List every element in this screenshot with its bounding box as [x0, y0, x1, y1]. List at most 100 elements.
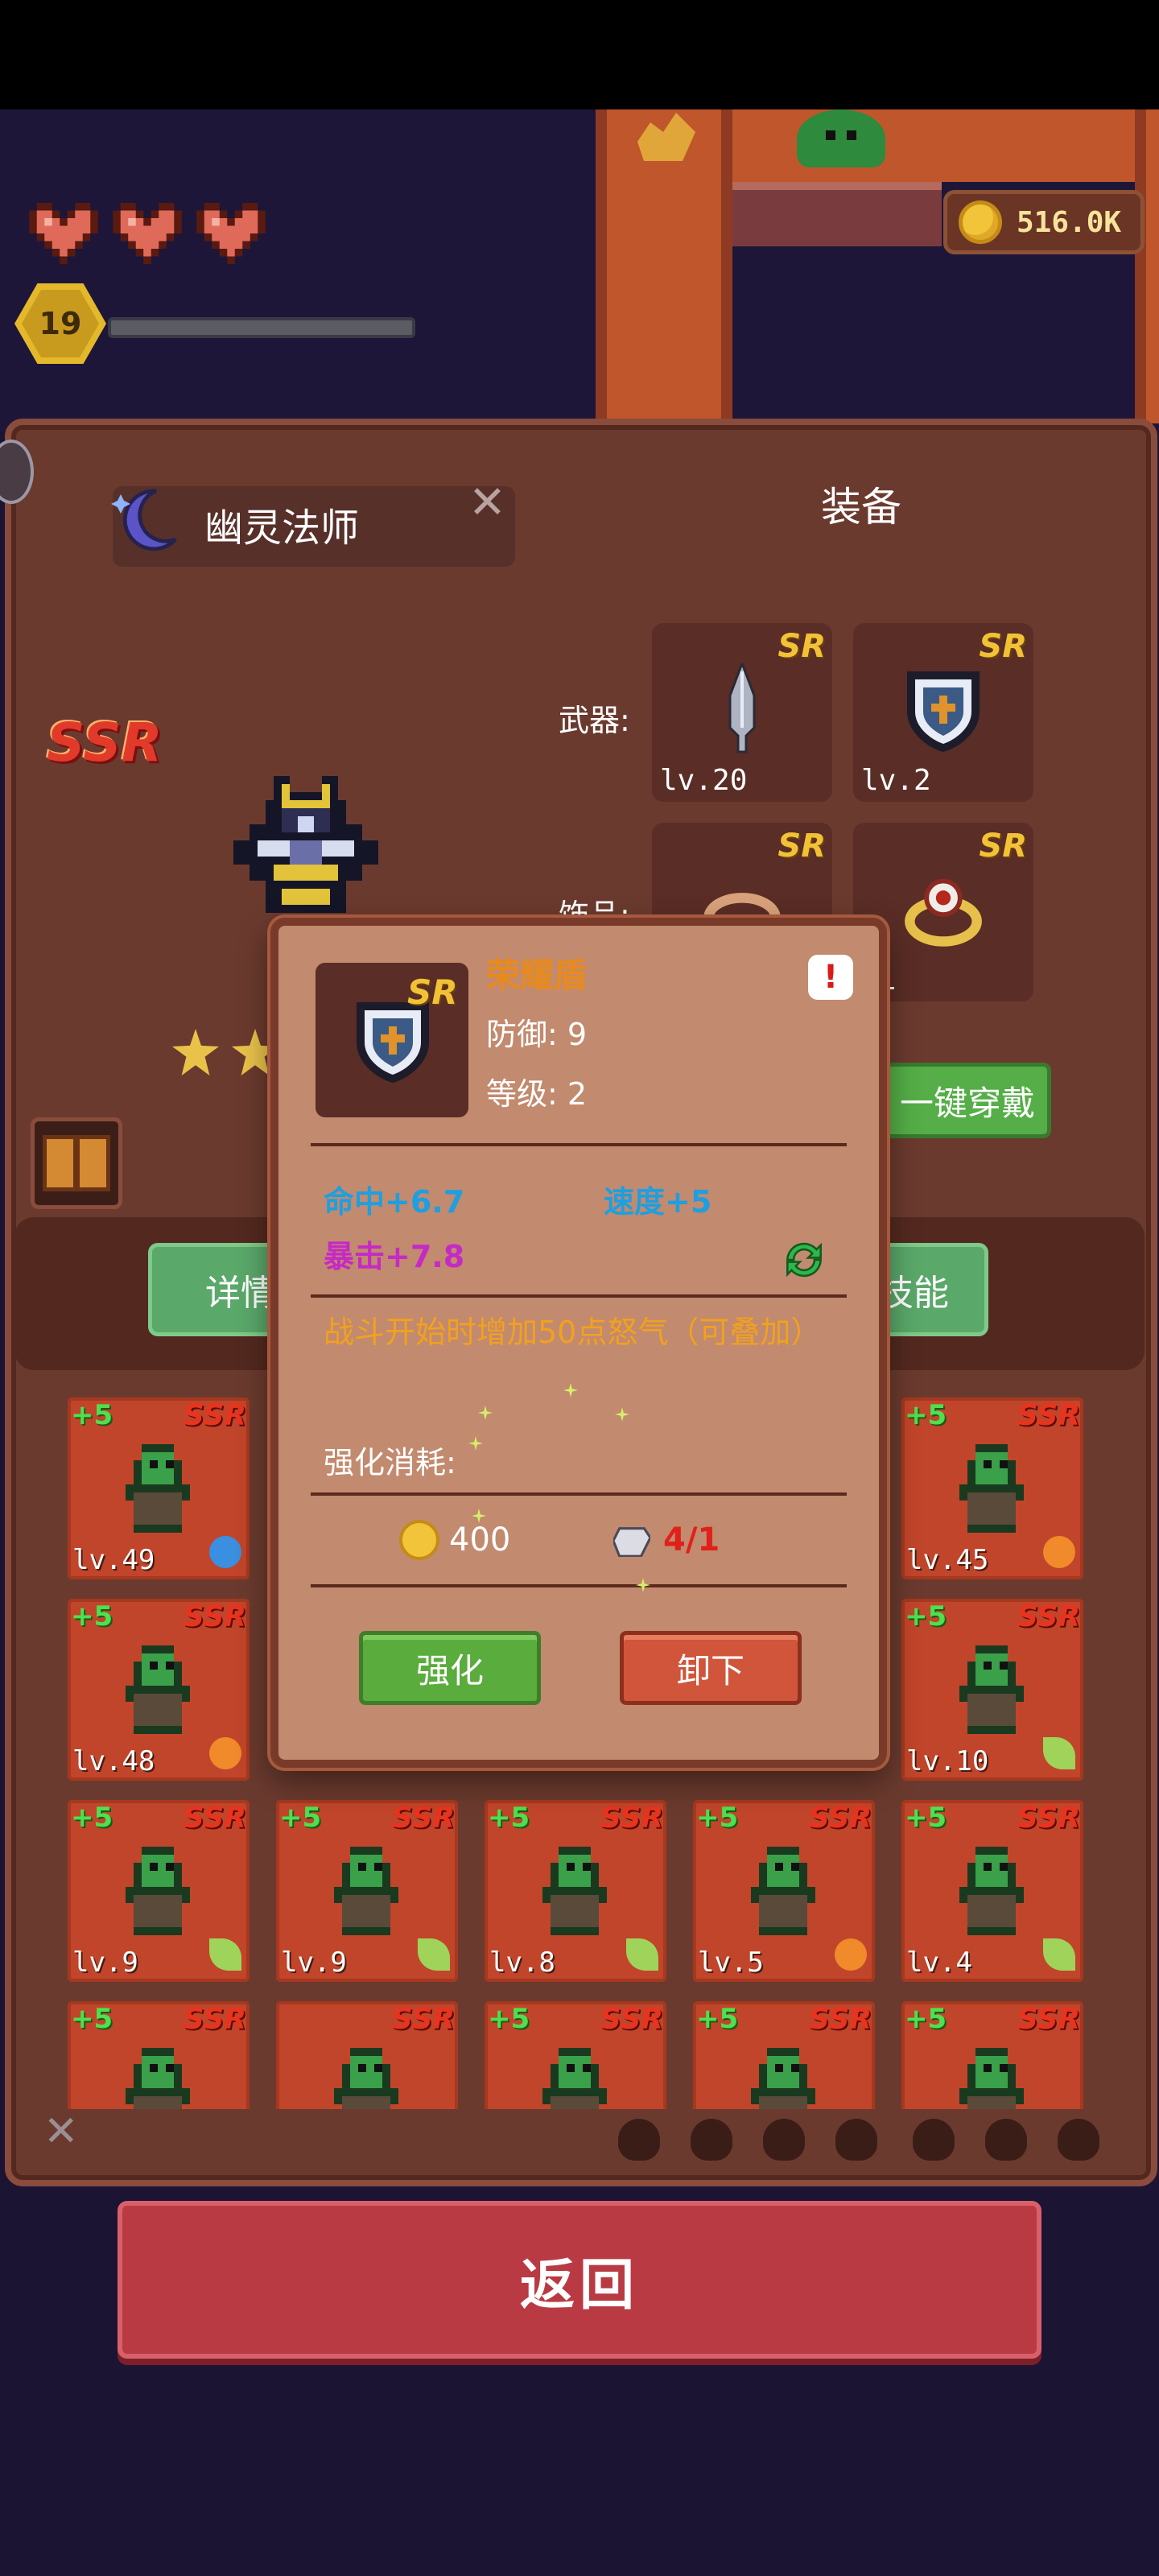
item-defense: 防御: 9 — [486, 1017, 588, 1052]
unit-plus: +5 — [905, 1399, 947, 1431]
sun-element-icon — [835, 1938, 867, 1971]
unit-card[interactable]: +5 SSR — [693, 2001, 875, 2109]
player-level: 19 — [22, 290, 99, 357]
unit-rarity: SSR — [600, 2003, 663, 2036]
flame-filter-icon[interactable] — [913, 2119, 955, 2161]
stat-speed: 速度+5 — [604, 1184, 712, 1220]
unit-rarity: SSR — [1017, 1600, 1080, 1633]
unequip-button[interactable]: 卸下 — [620, 1631, 802, 1705]
reroll-icon[interactable] — [779, 1235, 829, 1285]
coin-counter: 516.0K — [943, 190, 1145, 254]
unit-rarity: SSR — [1017, 1802, 1080, 1835]
item-rarity: SR — [407, 972, 458, 1012]
clear-filter-icon[interactable]: ✕ — [43, 2107, 79, 2156]
unit-card[interactable]: +5 SSR lv.10 — [901, 1599, 1083, 1781]
unit-rarity: SSR — [183, 2003, 246, 2036]
character-rarity: SSR — [47, 712, 163, 774]
unit-sprite — [751, 1847, 815, 1935]
water-filter-icon[interactable] — [763, 2119, 805, 2161]
fire-filter-icon[interactable] — [618, 2119, 660, 2161]
unit-sprite — [959, 2048, 1024, 2109]
dagger-icon — [728, 663, 756, 753]
unit-plus: +5 — [71, 1600, 113, 1633]
unit-card[interactable]: +5 SSR lv.9 — [68, 1800, 250, 1982]
shield-filter-icon[interactable] — [835, 2119, 877, 2161]
gear-filter-icon[interactable] — [985, 2119, 1027, 2161]
map-ledge — [732, 182, 942, 246]
shield-icon — [907, 671, 980, 752]
enhance-stone-icon — [613, 1527, 650, 1557]
close-character-icon[interactable]: ✕ — [468, 477, 506, 529]
status-bar — [0, 0, 1159, 109]
slot-rarity: SR — [979, 628, 1027, 665]
divider — [311, 1584, 847, 1587]
leaf-element-icon — [418, 1938, 450, 1971]
stat-crit: 暴击+7.8 — [324, 1239, 465, 1274]
unit-rarity: SSR — [183, 1600, 246, 1633]
unit-card[interactable]: +5 SSR lv.9 — [276, 1800, 458, 1982]
unit-sprite — [334, 1847, 398, 1935]
unit-plus: +5 — [905, 2003, 947, 2035]
unit-level: lv.10 — [906, 1745, 989, 1777]
unit-card[interactable]: +5 SSR — [68, 2001, 250, 2109]
weapon-slot-1[interactable]: SR lv.20 — [652, 623, 832, 802]
map-edge-right — [1135, 109, 1146, 423]
return-button[interactable]: 返回 — [118, 2201, 1041, 2359]
unit-level: lv.8 — [489, 1946, 555, 1979]
filter-bar: ✕ — [32, 2107, 1135, 2167]
item-description: 战斗开始时增加50点怒气（可叠加） — [324, 1315, 822, 1350]
divider — [311, 1492, 847, 1496]
unit-level: lv.9 — [72, 1946, 138, 1979]
sparkle — [636, 1578, 650, 1592]
unit-card[interactable]: +5 SSR lv.5 — [693, 1800, 875, 1982]
unit-card[interactable]: +5 SSR lv.45 — [901, 1397, 1083, 1579]
weapon-label: 武器: — [559, 703, 630, 738]
unit-sprite — [959, 1444, 1024, 1533]
tab-details-label: 详情 — [205, 1273, 276, 1314]
unit-sprite — [542, 1847, 607, 1935]
enhance-button[interactable]: 强化 — [359, 1631, 541, 1705]
coin-amount: 516.0K — [1017, 205, 1122, 239]
unit-card[interactable]: SSR — [276, 2001, 458, 2109]
alert-icon[interactable]: ! — [808, 955, 853, 1000]
unit-card[interactable]: +5 SSR lv.48 — [68, 1599, 250, 1781]
leaf-element-icon — [1043, 1737, 1075, 1769]
unit-card[interactable]: +5 SSR lv.4 — [901, 1800, 1083, 1982]
item-name: 荣耀盾 — [486, 956, 588, 995]
unit-plus: +5 — [696, 2003, 739, 2035]
unit-rarity: SSR — [183, 1802, 246, 1835]
moon-filter-icon[interactable] — [1058, 2119, 1099, 2161]
unit-plus: +5 — [488, 2003, 530, 2035]
unit-card[interactable]: +5 SSR — [901, 2001, 1083, 2109]
slot-rarity: SR — [979, 828, 1027, 865]
heart-icon — [195, 203, 267, 264]
slot-level: lv.20 — [660, 764, 748, 797]
unit-level: lv.4 — [906, 1946, 972, 1979]
unit-card[interactable]: +5 SSR — [485, 2001, 666, 2109]
character-name: 幽灵法师 — [204, 506, 360, 551]
heart-icon — [111, 203, 184, 264]
leaf-filter-icon[interactable] — [691, 2119, 732, 2161]
hearts — [27, 203, 267, 264]
item-level: 等级: 2 — [486, 1076, 588, 1112]
weapon-slot-2[interactable]: SR lv.2 — [853, 623, 1033, 802]
cost-stones: 4/1 — [663, 1521, 720, 1558]
leaf-element-icon — [209, 1938, 241, 1971]
unit-card[interactable]: +5 SSR lv.8 — [485, 1800, 666, 1982]
unit-card[interactable]: +5 SSR lv.49 — [68, 1397, 250, 1579]
coin-icon — [959, 200, 1002, 244]
codex-book-button[interactable] — [31, 1117, 122, 1209]
one-click-wear-button[interactable]: 一键穿戴 — [884, 1063, 1051, 1138]
cost-coins: 400 — [449, 1521, 511, 1558]
sun-element-icon — [1043, 1536, 1075, 1568]
ghost-mage-sprite — [233, 776, 378, 913]
unit-sprite — [959, 1645, 1024, 1734]
unit-plus: +5 — [905, 1802, 947, 1834]
heart-icon — [27, 203, 100, 264]
sparkle — [468, 1436, 483, 1451]
unit-plus: +5 — [488, 1802, 530, 1834]
unit-rarity: SSR — [391, 2003, 455, 2036]
unit-sprite — [126, 1847, 190, 1935]
slot-level: lv.2 — [861, 764, 931, 797]
unit-level: lv.5 — [698, 1946, 764, 1979]
